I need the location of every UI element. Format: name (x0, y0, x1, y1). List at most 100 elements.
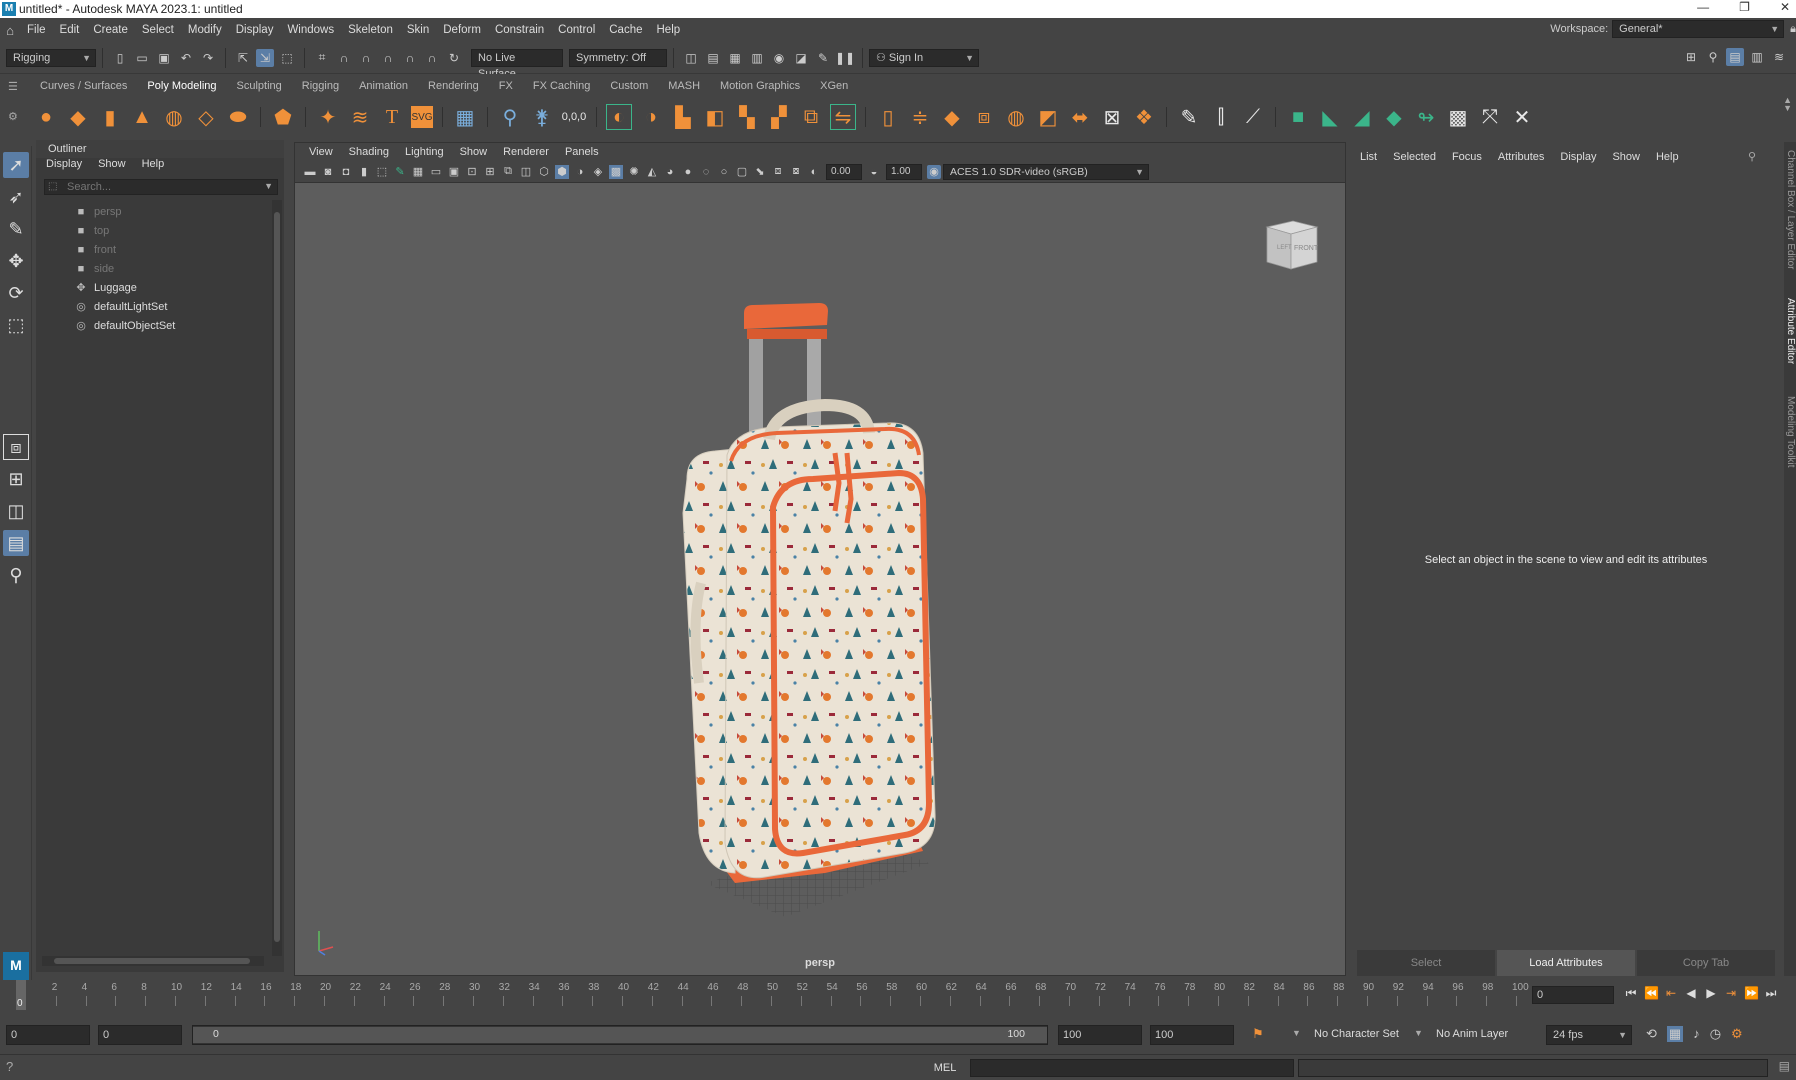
load-attributes-button[interactable]: Load Attributes (1497, 950, 1635, 976)
menu-edit[interactable]: Edit (53, 24, 87, 36)
motion-blur-icon[interactable]: ● (681, 165, 695, 179)
select-component-icon[interactable]: ⬚ (278, 49, 296, 67)
insert-edge-loop-icon[interactable]: ⫿ (1208, 104, 1234, 130)
smooth-brush-icon[interactable]: ◢ (1349, 104, 1375, 130)
shelf-tab-custom[interactable]: Custom (600, 78, 658, 96)
exposure-field[interactable]: 0.00 (826, 163, 862, 180)
chevron-down-icon[interactable]: ▼ (264, 181, 273, 191)
vp-menu-show[interactable]: Show (460, 146, 488, 158)
anim-layer-label[interactable]: No Anim Layer (1436, 1028, 1508, 1040)
tab-attribute-editor[interactable]: Attribute Editor (1784, 298, 1796, 364)
outliner-horizontal-scrollbar[interactable] (42, 956, 264, 966)
fps-dropdown[interactable]: 24 fps ▼ (1546, 1025, 1632, 1045)
wireframe-icon[interactable]: ⬡ (537, 165, 551, 179)
outliner-item[interactable]: ◎ defaultLightSet (44, 297, 266, 316)
vp-menu-panels[interactable]: Panels (565, 146, 599, 158)
xray-components-icon[interactable]: ⧇ (789, 165, 803, 179)
poly-torus-icon[interactable]: ◍ (161, 104, 187, 130)
pin-icon[interactable]: ⚲ (1748, 150, 1756, 163)
live-surface-field[interactable]: No Live Surface (471, 48, 563, 80)
relax-icon[interactable]: ◣ (1317, 104, 1343, 130)
shelf-tab-fx[interactable]: FX (489, 78, 523, 96)
connect-icon[interactable]: ⟋ (1240, 104, 1266, 130)
hypershade-icon[interactable]: ◪ (792, 49, 810, 67)
camera-select-icon[interactable]: ▬ (303, 165, 317, 179)
image-plane-icon[interactable]: ⬚ (375, 165, 389, 179)
menu-modify[interactable]: Modify (181, 24, 229, 36)
default-material-icon[interactable]: ◑ (573, 165, 587, 179)
shelf-tab-animation[interactable]: Animation (349, 78, 418, 96)
shelf-tab-fx-caching[interactable]: FX Caching (523, 78, 600, 96)
step-back-key-icon[interactable]: ⏪ (1644, 986, 1659, 1001)
step-forward-key-icon[interactable]: ⏩ (1744, 986, 1759, 1001)
open-scene-icon[interactable]: ▭ (133, 49, 151, 67)
shadows-icon[interactable]: ◭ (645, 165, 659, 179)
poly-cone-icon[interactable]: ▲ (129, 104, 155, 130)
play-backwards-icon[interactable]: ◀ (1684, 986, 1698, 1001)
depth-of-field-icon[interactable]: ○ (717, 165, 731, 179)
maya-logo-icon[interactable]: M (3, 952, 29, 980)
filter-icon[interactable]: ⬚ (48, 181, 57, 192)
camera-lock-icon[interactable]: ◙ (321, 165, 335, 179)
ae-menu-attributes[interactable]: Attributes (1498, 151, 1544, 163)
time-cursor[interactable]: 0 (16, 980, 26, 1010)
playback-start-field[interactable]: 0 (98, 1025, 182, 1045)
attribute-editor-icon[interactable]: ▤ (1726, 48, 1744, 66)
chevron-down-icon[interactable]: ▼ (1292, 1028, 1301, 1038)
home-icon[interactable]: ⌂ (0, 23, 20, 38)
outliner-item[interactable]: ✥ Luggage (44, 278, 266, 297)
resolution-gate-icon[interactable]: ▣ (447, 165, 461, 179)
poly-cylinder-icon[interactable]: ▮ (97, 104, 123, 130)
menu-constrain[interactable]: Constrain (488, 24, 551, 36)
shelf-tab-mash[interactable]: MASH (658, 78, 710, 96)
poly-cube-icon[interactable]: ◆ (65, 104, 91, 130)
menu-deform[interactable]: Deform (436, 24, 488, 36)
vp-menu-lighting[interactable]: Lighting (405, 146, 444, 158)
select-tool-icon[interactable]: ➚ (3, 152, 29, 178)
field-chart-icon[interactable]: ⊞ (483, 165, 497, 179)
four-view-layout-icon[interactable]: ⊞ (3, 466, 29, 492)
bridge-icon[interactable]: ≑ (907, 104, 933, 130)
type-tool-icon[interactable]: T (379, 104, 405, 130)
shelf-scroll-arrows[interactable]: ▲ ▼ (1783, 96, 1792, 113)
shelf-tab-poly-modeling[interactable]: Poly Modeling (137, 78, 226, 96)
menu-create[interactable]: Create (86, 24, 135, 36)
snap-curve-icon[interactable]: ∩ (335, 49, 353, 67)
outliner-item[interactable]: ◎ defaultObjectSet (44, 316, 266, 335)
select-object-icon[interactable]: ⇲ (256, 48, 274, 67)
ae-menu-show[interactable]: Show (1612, 151, 1640, 163)
xray-joints-icon[interactable]: ⧈ (771, 165, 785, 179)
reset-transform-icon[interactable]: 0,0,0 (561, 104, 587, 130)
menu-windows[interactable]: Windows (280, 24, 341, 36)
auto-key-icon[interactable]: ⚑ (1252, 1026, 1264, 1042)
outliner-search-input[interactable] (45, 180, 245, 194)
vp-menu-renderer[interactable]: Renderer (503, 146, 549, 158)
range-slider-fill[interactable] (193, 1027, 1047, 1043)
smooth-shade-icon[interactable]: ⬢ (555, 164, 569, 179)
freeze-transform-icon[interactable]: ⚵ (529, 104, 555, 130)
sculpt-icon[interactable]: ■ (1285, 104, 1311, 130)
screen-space-ao-icon[interactable]: ◕ (663, 165, 677, 179)
outliner-vertical-scrollbar[interactable] (272, 200, 282, 956)
poly-sphere-icon[interactable]: ● (33, 104, 59, 130)
boolean-union-icon[interactable]: ◧ (702, 104, 728, 130)
shelf-tab-rendering[interactable]: Rendering (418, 78, 489, 96)
isolate-select-icon[interactable]: ▢ (735, 165, 749, 179)
anti-aliasing-icon[interactable]: ◌ (699, 165, 713, 179)
scrollbar-thumb[interactable] (54, 958, 250, 964)
move-tool-icon[interactable]: ✥ (3, 248, 29, 274)
save-scene-icon[interactable]: ▣ (155, 49, 173, 67)
animation-start-field[interactable]: 0 (6, 1025, 90, 1045)
use-all-lights-icon[interactable]: ✺ (627, 165, 641, 179)
snap-point-icon[interactable]: ∩ (357, 49, 375, 67)
restore-button[interactable]: ❐ (1739, 0, 1750, 14)
mirror-geometry-icon[interactable]: ⇋ (830, 104, 856, 130)
undo-icon[interactable]: ↶ (177, 49, 195, 67)
tab-modeling-toolkit[interactable]: Modeling Toolkit (1784, 396, 1796, 468)
safe-action-icon[interactable]: ⧉ (501, 165, 515, 179)
ae-menu-list[interactable]: List (1360, 151, 1377, 163)
poly-plane-icon[interactable]: ◇ (193, 104, 219, 130)
channel-box-icon[interactable]: ≋ (1770, 48, 1788, 66)
go-to-end-icon[interactable]: ⏭ (1764, 986, 1778, 1001)
outliner-item[interactable]: ■ side (44, 259, 266, 278)
